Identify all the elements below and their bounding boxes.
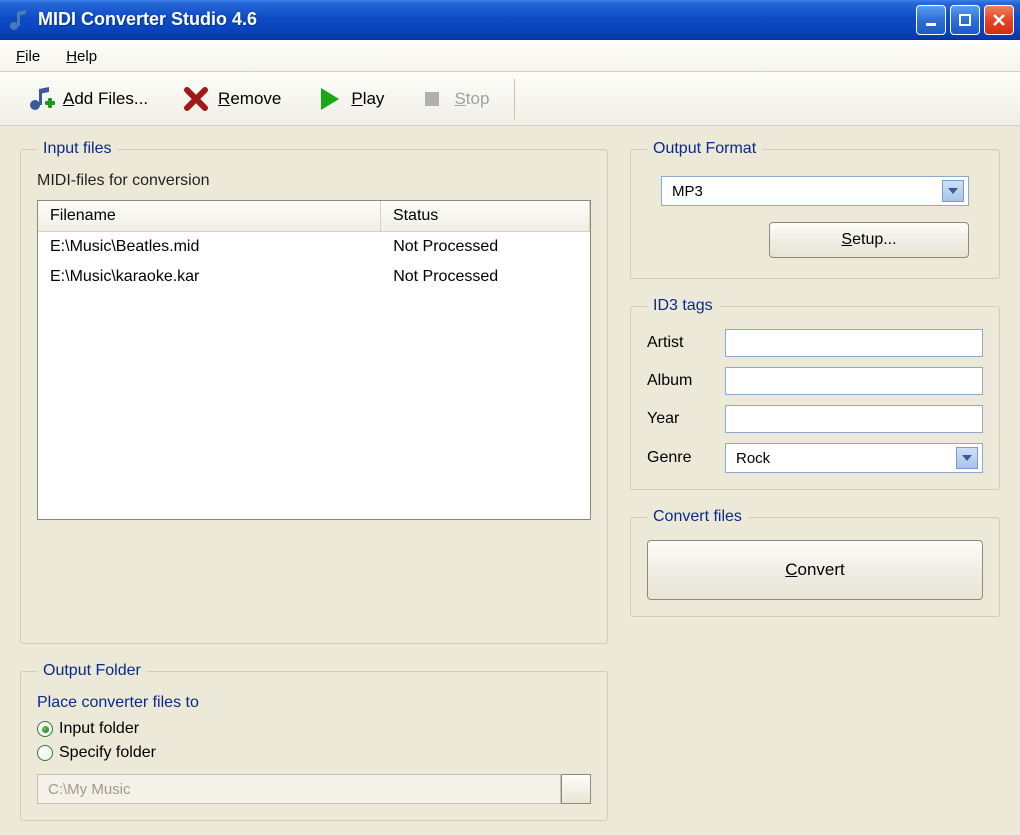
stop-label: Stop xyxy=(454,89,489,109)
genre-select[interactable]: Rock xyxy=(725,443,983,473)
radio-icon xyxy=(37,745,53,761)
radio-icon xyxy=(37,721,53,737)
right-column: Output Format MP3 Setup... Setup... ID3 … xyxy=(630,140,1000,821)
album-field[interactable] xyxy=(725,367,983,395)
artist-field[interactable] xyxy=(725,329,983,357)
genre-label: Genre xyxy=(647,449,713,467)
radio-input-folder[interactable]: Input folder xyxy=(37,720,591,738)
output-format-group: Output Format MP3 Setup... Setup... xyxy=(630,140,1000,279)
play-button[interactable]: Play Play xyxy=(300,78,399,120)
output-folder-subtitle: Place converter files to xyxy=(37,694,591,712)
cell-status: Not Processed xyxy=(381,266,590,288)
play-icon xyxy=(315,85,343,113)
input-files-legend: Input files xyxy=(37,140,117,158)
toolbar-separator xyxy=(514,79,515,119)
radio-specify-folder[interactable]: Specify folder xyxy=(37,744,591,762)
chevron-down-icon xyxy=(956,447,978,469)
title-bar: MIDI Converter Studio 4.6 xyxy=(0,0,1020,40)
music-plus-icon xyxy=(27,85,55,113)
genre-value: Rock xyxy=(736,450,956,467)
maximize-button[interactable] xyxy=(950,5,980,35)
output-folder-group: Output Folder Place converter files to I… xyxy=(20,662,608,821)
convert-files-legend: Convert files xyxy=(647,508,748,526)
id3-tags-legend: ID3 tags xyxy=(647,297,719,315)
convert-button[interactable]: Convert Convert xyxy=(647,540,983,600)
browse-button[interactable] xyxy=(561,774,591,804)
col-header-status[interactable]: Status xyxy=(381,201,590,231)
add-files-label: Add Files... xyxy=(63,89,148,109)
album-label: Album xyxy=(647,372,713,390)
window-title: MIDI Converter Studio 4.6 xyxy=(38,9,916,30)
table-row[interactable]: E:\Music\karaoke.kar Not Processed xyxy=(38,262,590,292)
col-header-filename[interactable]: Filename xyxy=(38,201,381,231)
x-icon xyxy=(182,85,210,113)
left-column: Input files MIDI-files for conversion Fi… xyxy=(20,140,608,821)
file-table: Filename Status E:\Music\Beatles.mid Not… xyxy=(37,200,591,520)
radio-specify-folder-label: Specify folder xyxy=(59,744,156,762)
output-folder-legend: Output Folder xyxy=(37,662,147,680)
toolbar: Add Files... Add Files... Remove Remove … xyxy=(0,72,1020,126)
stop-icon xyxy=(418,85,446,113)
app-icon xyxy=(6,8,30,32)
output-format-value: MP3 xyxy=(672,183,942,200)
artist-label: Artist xyxy=(647,334,713,352)
close-button[interactable] xyxy=(984,5,1014,35)
id3-tags-group: ID3 tags Artist Album Year Genre Rock xyxy=(630,297,1000,490)
output-format-select[interactable]: MP3 xyxy=(661,176,969,206)
cell-status: Not Processed xyxy=(381,236,590,258)
play-label: Play xyxy=(351,89,384,109)
input-files-group: Input files MIDI-files for conversion Fi… xyxy=(20,140,608,644)
input-files-subtitle: MIDI-files for conversion xyxy=(37,172,591,190)
cell-filename: E:\Music\Beatles.mid xyxy=(38,236,381,258)
convert-files-group: Convert files Convert Convert xyxy=(630,508,1000,617)
remove-button[interactable]: Remove Remove xyxy=(167,78,296,120)
menu-file[interactable]: FFileile xyxy=(10,46,46,67)
window-buttons xyxy=(916,5,1014,35)
remove-label: Remove xyxy=(218,89,281,109)
radio-input-folder-label: Input folder xyxy=(59,720,139,738)
setup-button[interactable]: Setup... Setup... xyxy=(769,222,969,258)
add-files-button[interactable]: Add Files... Add Files... xyxy=(12,78,163,120)
menu-help[interactable]: HelpHelp xyxy=(60,46,103,67)
minimize-button[interactable] xyxy=(916,5,946,35)
cell-filename: E:\Music\karaoke.kar xyxy=(38,266,381,288)
year-label: Year xyxy=(647,410,713,428)
stop-button: Stop Stop xyxy=(403,78,504,120)
output-format-legend: Output Format xyxy=(647,140,762,158)
file-table-body[interactable]: E:\Music\Beatles.mid Not Processed E:\Mu… xyxy=(38,232,590,519)
output-path-input xyxy=(37,774,561,804)
file-table-header: Filename Status xyxy=(38,201,590,232)
content-area: Input files MIDI-files for conversion Fi… xyxy=(0,126,1020,835)
menu-bar: FFileile HelpHelp xyxy=(0,40,1020,72)
table-row[interactable]: E:\Music\Beatles.mid Not Processed xyxy=(38,232,590,262)
year-field[interactable] xyxy=(725,405,983,433)
chevron-down-icon xyxy=(942,180,964,202)
